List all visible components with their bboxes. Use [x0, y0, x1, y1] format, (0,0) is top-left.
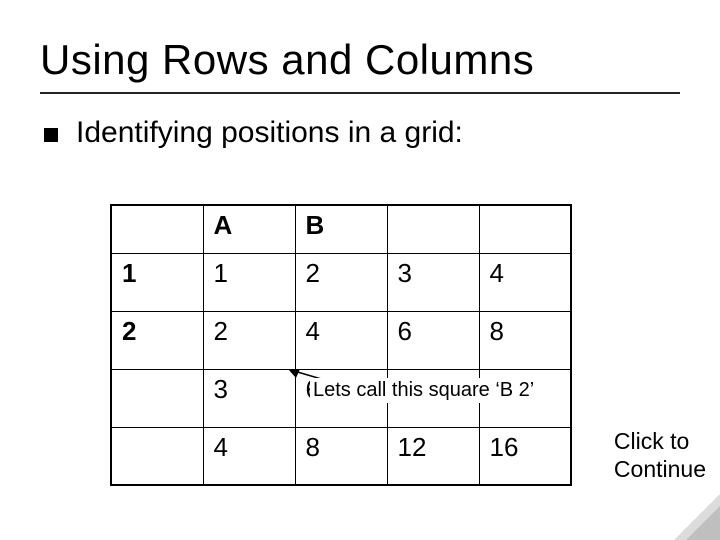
- grid-rowlabel: [111, 427, 203, 485]
- slide-title: Using Rows and Columns: [40, 36, 680, 84]
- grid-header-cell: [387, 205, 479, 253]
- grid-cell: 2: [203, 311, 295, 369]
- grid-header-cell: B: [295, 205, 387, 253]
- slide: Using Rows and Columns Identifying posit…: [0, 0, 720, 540]
- bullet-icon: [44, 128, 58, 142]
- click-line2: Continue: [614, 456, 706, 482]
- grid-header-cell: A: [203, 205, 295, 253]
- grid-rowlabel: 1: [111, 253, 203, 311]
- grid-cell: 3: [387, 253, 479, 311]
- click-to-continue[interactable]: Click to Continue: [614, 427, 706, 485]
- subhead-row: Identifying positions in a grid:: [44, 116, 680, 150]
- grid-rowlabel: [111, 369, 203, 427]
- callout-label: Lets call this square ‘B 2’: [310, 378, 537, 403]
- grid-cell-b2: 4: [295, 311, 387, 369]
- subhead-text: Identifying positions in a grid:: [76, 116, 463, 150]
- grid-cell: 6: [387, 311, 479, 369]
- grid-cell: 4: [203, 427, 295, 485]
- grid-cell: 8: [295, 427, 387, 485]
- grid-cell: 2: [295, 253, 387, 311]
- grid-cell: 12: [387, 427, 479, 485]
- grid-table-wrap: A B 1 1 2 3 4 2 2 4 6 8 3 6: [110, 204, 572, 486]
- grid-table: A B 1 1 2 3 4 2 2 4 6 8 3 6: [110, 204, 572, 486]
- title-underline: [40, 92, 680, 94]
- grid-cell: 3: [203, 369, 295, 427]
- grid-cell: 8: [479, 311, 571, 369]
- grid-row: 1 1 2 3 4: [111, 253, 571, 311]
- grid-cell: 16: [479, 427, 571, 485]
- click-line1: Click to: [614, 428, 689, 454]
- grid-row: 4 8 12 16: [111, 427, 571, 485]
- grid-rowlabel: 2: [111, 311, 203, 369]
- page-curl-icon: [674, 494, 720, 540]
- grid-header-row: A B: [111, 205, 571, 253]
- grid-row: 2 2 4 6 8: [111, 311, 571, 369]
- grid-cell: 4: [479, 253, 571, 311]
- grid-header-cell: [111, 205, 203, 253]
- grid-cell: 1: [203, 253, 295, 311]
- grid-header-cell: [479, 205, 571, 253]
